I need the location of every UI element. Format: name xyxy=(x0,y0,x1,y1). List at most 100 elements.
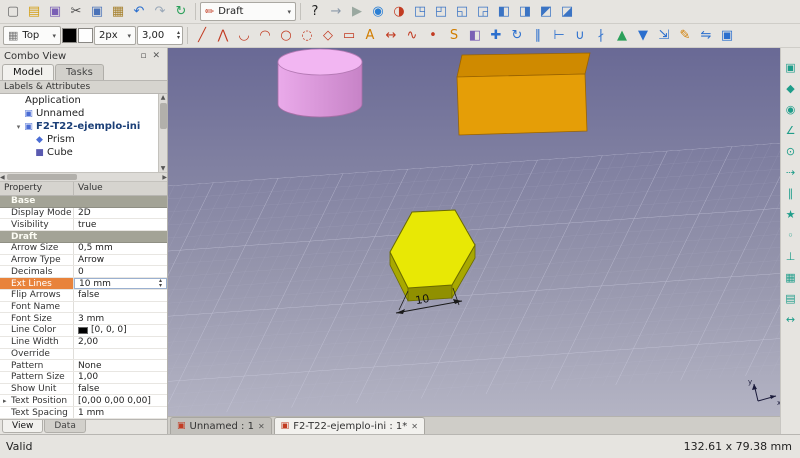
tree-item-unnamed[interactable]: ▣ Unnamed xyxy=(0,107,167,120)
property-value[interactable]: 2,00 ▴▾ xyxy=(74,337,167,348)
property-row[interactable]: Font Name ▴▾ xyxy=(0,302,167,314)
draft-edit-button[interactable]: ✎ xyxy=(675,26,695,46)
snap-special-button[interactable]: ★ xyxy=(782,205,800,223)
property-row[interactable]: Display Mode 2D ▴▾ xyxy=(0,208,167,220)
cylinder-object[interactable] xyxy=(278,49,362,117)
new-document-button[interactable]: ▢ xyxy=(3,2,23,22)
property-value[interactable]: false ▴▾ xyxy=(74,384,167,395)
close-tab-icon[interactable]: ✕ xyxy=(258,422,265,431)
tree-vertical-scrollbar[interactable]: ▲ ▼ xyxy=(158,94,167,172)
draft-ellipse-button[interactable]: ◌ xyxy=(297,26,317,46)
property-row[interactable]: Font Size 3 mm ▴▾ xyxy=(0,313,167,325)
tree-item-document[interactable]: ▾ ▣ F2-T22-ejemplo-ini xyxy=(0,120,167,133)
snap-center-button[interactable]: ⊙ xyxy=(782,142,800,160)
view-axonometric-button[interactable]: ◪ xyxy=(557,2,577,22)
draft-line-button[interactable]: ╱ xyxy=(192,26,212,46)
close-tab-icon[interactable]: ✕ xyxy=(411,422,418,431)
draft-join-button[interactable]: ∪ xyxy=(570,26,590,46)
copy-button[interactable]: ▣ xyxy=(87,2,107,22)
working-plane-selector[interactable]: ▦ Top ▾ xyxy=(3,26,61,45)
link-select-button[interactable]: → xyxy=(326,2,346,22)
property-value[interactable]: false ▴▾ xyxy=(74,290,167,301)
property-value[interactable]: ▴▾ xyxy=(74,196,167,207)
snap-ortho-button[interactable]: ⊥ xyxy=(782,247,800,265)
tree-horizontal-scrollbar[interactable]: ◀ ▶ xyxy=(0,172,167,182)
draft-trimex-button[interactable]: ⊢ xyxy=(549,26,569,46)
face-color-swatch[interactable] xyxy=(78,28,93,43)
draft-upgrade-button[interactable]: ▲ xyxy=(612,26,632,46)
draft-mirror-button[interactable]: ⇋ xyxy=(696,26,716,46)
tree-item-application[interactable]: Application xyxy=(0,94,167,107)
property-value[interactable]: 0 ▴▾ xyxy=(74,266,167,277)
property-row[interactable]: Pattern None ▴▾ xyxy=(0,360,167,372)
property-row[interactable]: Draft ▴▾ xyxy=(0,231,167,243)
property-row[interactable]: Ext Lines 10 mm ▴▾ xyxy=(0,278,167,290)
macro-play-button[interactable]: ▶ xyxy=(347,2,367,22)
redo-button[interactable]: ↷ xyxy=(150,2,170,22)
tree-item-prism[interactable]: ◆ Prism xyxy=(0,133,167,146)
spinner-arrows-icon[interactable]: ▴▾ xyxy=(175,31,182,41)
draft-polyline-button[interactable]: ⋀ xyxy=(213,26,233,46)
property-value[interactable]: ▴▾ xyxy=(74,349,167,360)
draft-scale-button[interactable]: ⇲ xyxy=(654,26,674,46)
line-width-selector[interactable]: 2px ▾ xyxy=(94,26,136,45)
scroll-up-icon[interactable]: ▲ xyxy=(161,94,166,101)
draft-split-button[interactable]: ∤ xyxy=(591,26,611,46)
cut-button[interactable]: ✂ xyxy=(66,2,86,22)
draft-rotate-button[interactable]: ↻ xyxy=(507,26,527,46)
tab-data[interactable]: Data xyxy=(44,420,86,433)
draft-downgrade-button[interactable]: ▼ xyxy=(633,26,653,46)
scroll-left-icon[interactable]: ◀ xyxy=(0,174,5,181)
tab-tasks[interactable]: Tasks xyxy=(55,64,104,80)
paste-button[interactable]: ▦ xyxy=(108,2,128,22)
property-value[interactable]: 1,00 ▴▾ xyxy=(74,372,167,383)
property-row[interactable]: Flip Arrows false ▴▾ xyxy=(0,290,167,302)
line-color-swatch[interactable] xyxy=(62,28,77,43)
property-value[interactable]: true ▴▾ xyxy=(74,219,167,230)
close-panel-icon[interactable]: ✕ xyxy=(149,51,163,61)
draft-rectangle-button[interactable]: ▭ xyxy=(339,26,359,46)
view-fit-all-button[interactable]: ◉ xyxy=(368,2,388,22)
doc-tab-unnamed[interactable]: ▣ Unnamed : 1 ✕ xyxy=(170,417,272,434)
text-size-spinbox[interactable]: 3,00 ▴▾ xyxy=(137,26,183,45)
snap-angle-button[interactable]: ∠ xyxy=(782,121,800,139)
view-draw-style-button[interactable]: ◑ xyxy=(389,2,409,22)
draft-bspline-button[interactable]: ∿ xyxy=(402,26,422,46)
snap-near-button[interactable]: ◦ xyxy=(782,226,800,244)
draft-move-button[interactable]: ✚ xyxy=(486,26,506,46)
property-value[interactable]: 0,5 mm ▴▾ xyxy=(74,243,167,254)
property-row[interactable]: Pattern Size 1,00 ▴▾ xyxy=(0,372,167,384)
scroll-right-icon[interactable]: ▶ xyxy=(162,174,167,181)
view-isometric-button[interactable]: ◳ xyxy=(410,2,430,22)
snap-midpoint-button[interactable]: ◉ xyxy=(782,100,800,118)
draft-dimension-button[interactable]: ↔ xyxy=(381,26,401,46)
scrollbar-thumb[interactable] xyxy=(160,103,167,129)
view-right-button[interactable]: ◲ xyxy=(473,2,493,22)
save-document-button[interactable]: ▣ xyxy=(45,2,65,22)
scrollbar-thumb[interactable] xyxy=(7,174,77,180)
view-rear-button[interactable]: ◧ xyxy=(494,2,514,22)
undo-button[interactable]: ↶ xyxy=(129,2,149,22)
whats-this-button[interactable]: ? xyxy=(305,2,325,22)
expander-icon[interactable]: ▸ xyxy=(3,397,11,405)
property-value[interactable]: ▴▾ xyxy=(74,302,167,313)
property-row[interactable]: Visibility true ▴▾ xyxy=(0,219,167,231)
snap-extension-button[interactable]: ⇢ xyxy=(782,163,800,181)
draft-arc-button[interactable]: ◠ xyxy=(255,26,275,46)
draft-shapestring-button[interactable]: S xyxy=(444,26,464,46)
refresh-button[interactable]: ↻ xyxy=(171,2,191,22)
draft-circle-button[interactable]: ○ xyxy=(276,26,296,46)
property-row[interactable]: Decimals 0 ▴▾ xyxy=(0,266,167,278)
snap-parallel-button[interactable]: ∥ xyxy=(782,184,800,202)
snap-working-plane-button[interactable]: ▤ xyxy=(782,289,800,307)
draft-offset-button[interactable]: ∥ xyxy=(528,26,548,46)
3d-viewport[interactable]: 10 x y xyxy=(168,48,780,416)
draft-polygon-button[interactable]: ◇ xyxy=(318,26,338,46)
draft-facebinder-button[interactable]: ◧ xyxy=(465,26,485,46)
open-document-button[interactable]: ▤ xyxy=(24,2,44,22)
float-panel-icon[interactable]: ▫ xyxy=(137,51,149,61)
draft-fillet-button[interactable]: ◡ xyxy=(234,26,254,46)
workbench-selector[interactable]: ✏ Draft ▾ xyxy=(200,2,296,21)
draft-clone-button[interactable]: ▣ xyxy=(717,26,737,46)
view-bottom-button[interactable]: ◨ xyxy=(515,2,535,22)
